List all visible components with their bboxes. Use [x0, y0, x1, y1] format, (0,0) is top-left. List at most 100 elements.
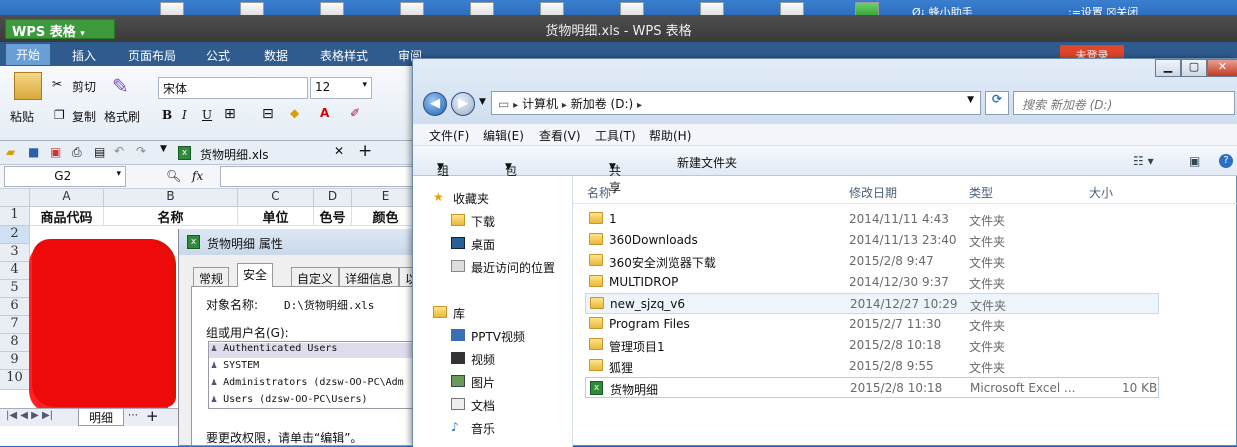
- row-header[interactable]: 10: [0, 370, 30, 390]
- cell-header[interactable]: 商品代码: [30, 207, 104, 226]
- column-type[interactable]: 类型: [969, 184, 993, 201]
- name-box[interactable]: G2 ▾: [4, 166, 126, 187]
- menu-help[interactable]: 帮助(H): [649, 127, 691, 144]
- nav-desktop[interactable]: 桌面: [471, 236, 495, 253]
- user-list-item[interactable]: ♟ Authenticated Users: [209, 343, 429, 358]
- file-row[interactable]: 狐狸 2015/2/8 9:55 文件夹: [585, 356, 1159, 377]
- file-row[interactable]: 360安全浏览器下载 2015/2/8 9:47 文件夹: [585, 251, 1159, 272]
- nav-favorites[interactable]: 收藏夹: [453, 190, 489, 207]
- preview-pane-icon[interactable]: ▣: [1189, 154, 1200, 168]
- sheet-nav-arrows[interactable]: |◀ ◀ ▶ ▶|: [6, 410, 53, 421]
- fill-color-icon[interactable]: ◆: [290, 106, 299, 120]
- row-header[interactable]: 2: [0, 226, 30, 244]
- save-icon[interactable]: ■: [28, 145, 39, 159]
- tab-general[interactable]: 常规: [193, 267, 230, 287]
- copy-icon[interactable]: ❐: [54, 108, 65, 122]
- row-header[interactable]: 8: [0, 334, 30, 352]
- user-list-item[interactable]: ♟ SYSTEM: [211, 360, 259, 371]
- close-tab-icon[interactable]: ✕: [334, 144, 344, 158]
- forward-icon[interactable]: ▶: [451, 92, 475, 116]
- font-family-select[interactable]: 宋体: [158, 77, 308, 99]
- fx-icon[interactable]: fx: [192, 169, 203, 183]
- refresh-icon[interactable]: ⟳: [985, 91, 1009, 115]
- user-list-item[interactable]: ♟ Users (dzsw-OO-PC\Users): [211, 394, 368, 405]
- file-row[interactable]: 管理项目1 2015/2/8 10:18 文件夹: [585, 335, 1159, 356]
- print-icon[interactable]: ⎙: [72, 145, 82, 160]
- column-name[interactable]: 名称: [587, 184, 611, 201]
- sheet-tab[interactable]: 明细: [78, 409, 124, 426]
- nav-recent[interactable]: 最近访问的位置: [471, 259, 555, 276]
- scissors-icon[interactable]: ✂: [52, 77, 62, 91]
- formula-input[interactable]: [220, 166, 420, 187]
- row-header[interactable]: 3: [0, 244, 30, 262]
- menu-page-layout[interactable]: 页面布局: [128, 47, 176, 64]
- cell-header[interactable]: 名称: [104, 207, 238, 226]
- menu-data[interactable]: 数据: [264, 47, 288, 64]
- nav-documents[interactable]: 文档: [471, 397, 495, 414]
- row-header[interactable]: 5: [0, 280, 30, 298]
- preview-icon[interactable]: ▤: [94, 145, 105, 159]
- select-all-corner[interactable]: [0, 189, 30, 207]
- nav-pptv[interactable]: PPTV视频: [471, 328, 525, 345]
- new-folder-button[interactable]: 新建文件夹: [677, 154, 737, 171]
- bold-button[interactable]: B: [162, 108, 172, 122]
- menu-formula[interactable]: 公式: [206, 47, 230, 64]
- nav-music[interactable]: 音乐: [471, 420, 495, 437]
- maximize-button[interactable]: ▢: [1181, 59, 1207, 77]
- clear-format-icon[interactable]: ✐: [350, 106, 360, 120]
- column-header[interactable]: C: [238, 189, 314, 207]
- tab-custom[interactable]: 自定义: [291, 267, 340, 287]
- merge-icon[interactable]: ⊟: [262, 106, 274, 122]
- menu-tools[interactable]: 工具(T): [595, 127, 636, 144]
- file-row[interactable]: x 货物明细 2015/2/8 10:18 Microsoft Excel ... 10…: [585, 377, 1159, 398]
- back-icon[interactable]: ◀: [423, 92, 447, 116]
- add-sheet-icon[interactable]: +: [146, 407, 159, 425]
- undo-icon[interactable]: ↶: [114, 144, 124, 158]
- document-tab[interactable]: 货物明细.xls: [200, 146, 269, 163]
- view-options-icon[interactable]: ☷ ▾: [1133, 154, 1154, 168]
- chevron-down-icon[interactable]: ▼: [967, 95, 974, 105]
- redo-icon[interactable]: ↷: [136, 144, 146, 158]
- search-icon[interactable]: 🔍︎: [166, 169, 181, 183]
- file-row[interactable]: MULTIDROP 2014/12/30 9:37 文件夹: [585, 272, 1159, 293]
- cell-header[interactable]: 单位: [238, 207, 314, 226]
- row-header[interactable]: 7: [0, 316, 30, 334]
- column-header[interactable]: B: [104, 189, 238, 207]
- tab-security[interactable]: 安全: [237, 263, 274, 287]
- file-row[interactable]: Program Files 2015/2/7 11:30 文件夹: [585, 314, 1159, 335]
- italic-button[interactable]: I: [182, 108, 187, 122]
- cell-header[interactable]: 色号: [314, 207, 352, 226]
- column-header[interactable]: D: [314, 189, 352, 207]
- menu-view[interactable]: 查看(V): [539, 127, 581, 144]
- nav-videos[interactable]: 视频: [471, 351, 495, 368]
- menu-home[interactable]: 开始: [6, 44, 51, 65]
- cell-header[interactable]: 颜色: [352, 207, 420, 226]
- row-header[interactable]: 4: [0, 262, 30, 280]
- chevron-down-icon[interactable]: ▼: [160, 144, 167, 154]
- cut-button[interactable]: 剪切: [72, 78, 96, 95]
- open-icon[interactable]: ▰: [6, 145, 15, 159]
- sheet-menu-icon[interactable]: ⋯: [128, 410, 138, 421]
- user-list-item[interactable]: ♟ Administrators (dzsw-OO-PC\Adm: [211, 377, 404, 388]
- column-header[interactable]: A: [30, 189, 104, 207]
- row-header[interactable]: 9: [0, 352, 30, 370]
- file-row[interactable]: 1 2014/11/11 4:43 文件夹: [585, 209, 1159, 230]
- row-header[interactable]: 6: [0, 298, 30, 316]
- address-bar[interactable]: ▭ ▸ 计算机 ▸ 新加卷 (D:) ▸ ▼: [491, 91, 981, 115]
- pdf-icon[interactable]: ▣: [50, 145, 61, 159]
- close-button[interactable]: ✕: [1207, 59, 1237, 77]
- nav-pictures[interactable]: 图片: [471, 374, 495, 391]
- paste-icon[interactable]: [14, 72, 42, 100]
- format-painter-icon[interactable]: ✎: [112, 74, 129, 98]
- column-header[interactable]: E: [352, 189, 420, 207]
- column-date[interactable]: 修改日期: [849, 184, 897, 201]
- paste-button[interactable]: 粘贴: [10, 108, 34, 125]
- file-row[interactable]: 360Downloads 2014/11/13 23:40 文件夹: [585, 230, 1159, 251]
- font-color-icon[interactable]: A: [320, 106, 329, 120]
- recent-pages-icon[interactable]: ▼: [479, 97, 486, 107]
- breadcrumb-drive[interactable]: 新加卷 (D:): [571, 97, 633, 111]
- tab-details[interactable]: 详细信息: [339, 267, 400, 287]
- borders-icon[interactable]: ⊞: [224, 106, 236, 122]
- help-icon[interactable]: ?: [1219, 154, 1233, 168]
- breadcrumb-computer[interactable]: 计算机: [522, 97, 558, 111]
